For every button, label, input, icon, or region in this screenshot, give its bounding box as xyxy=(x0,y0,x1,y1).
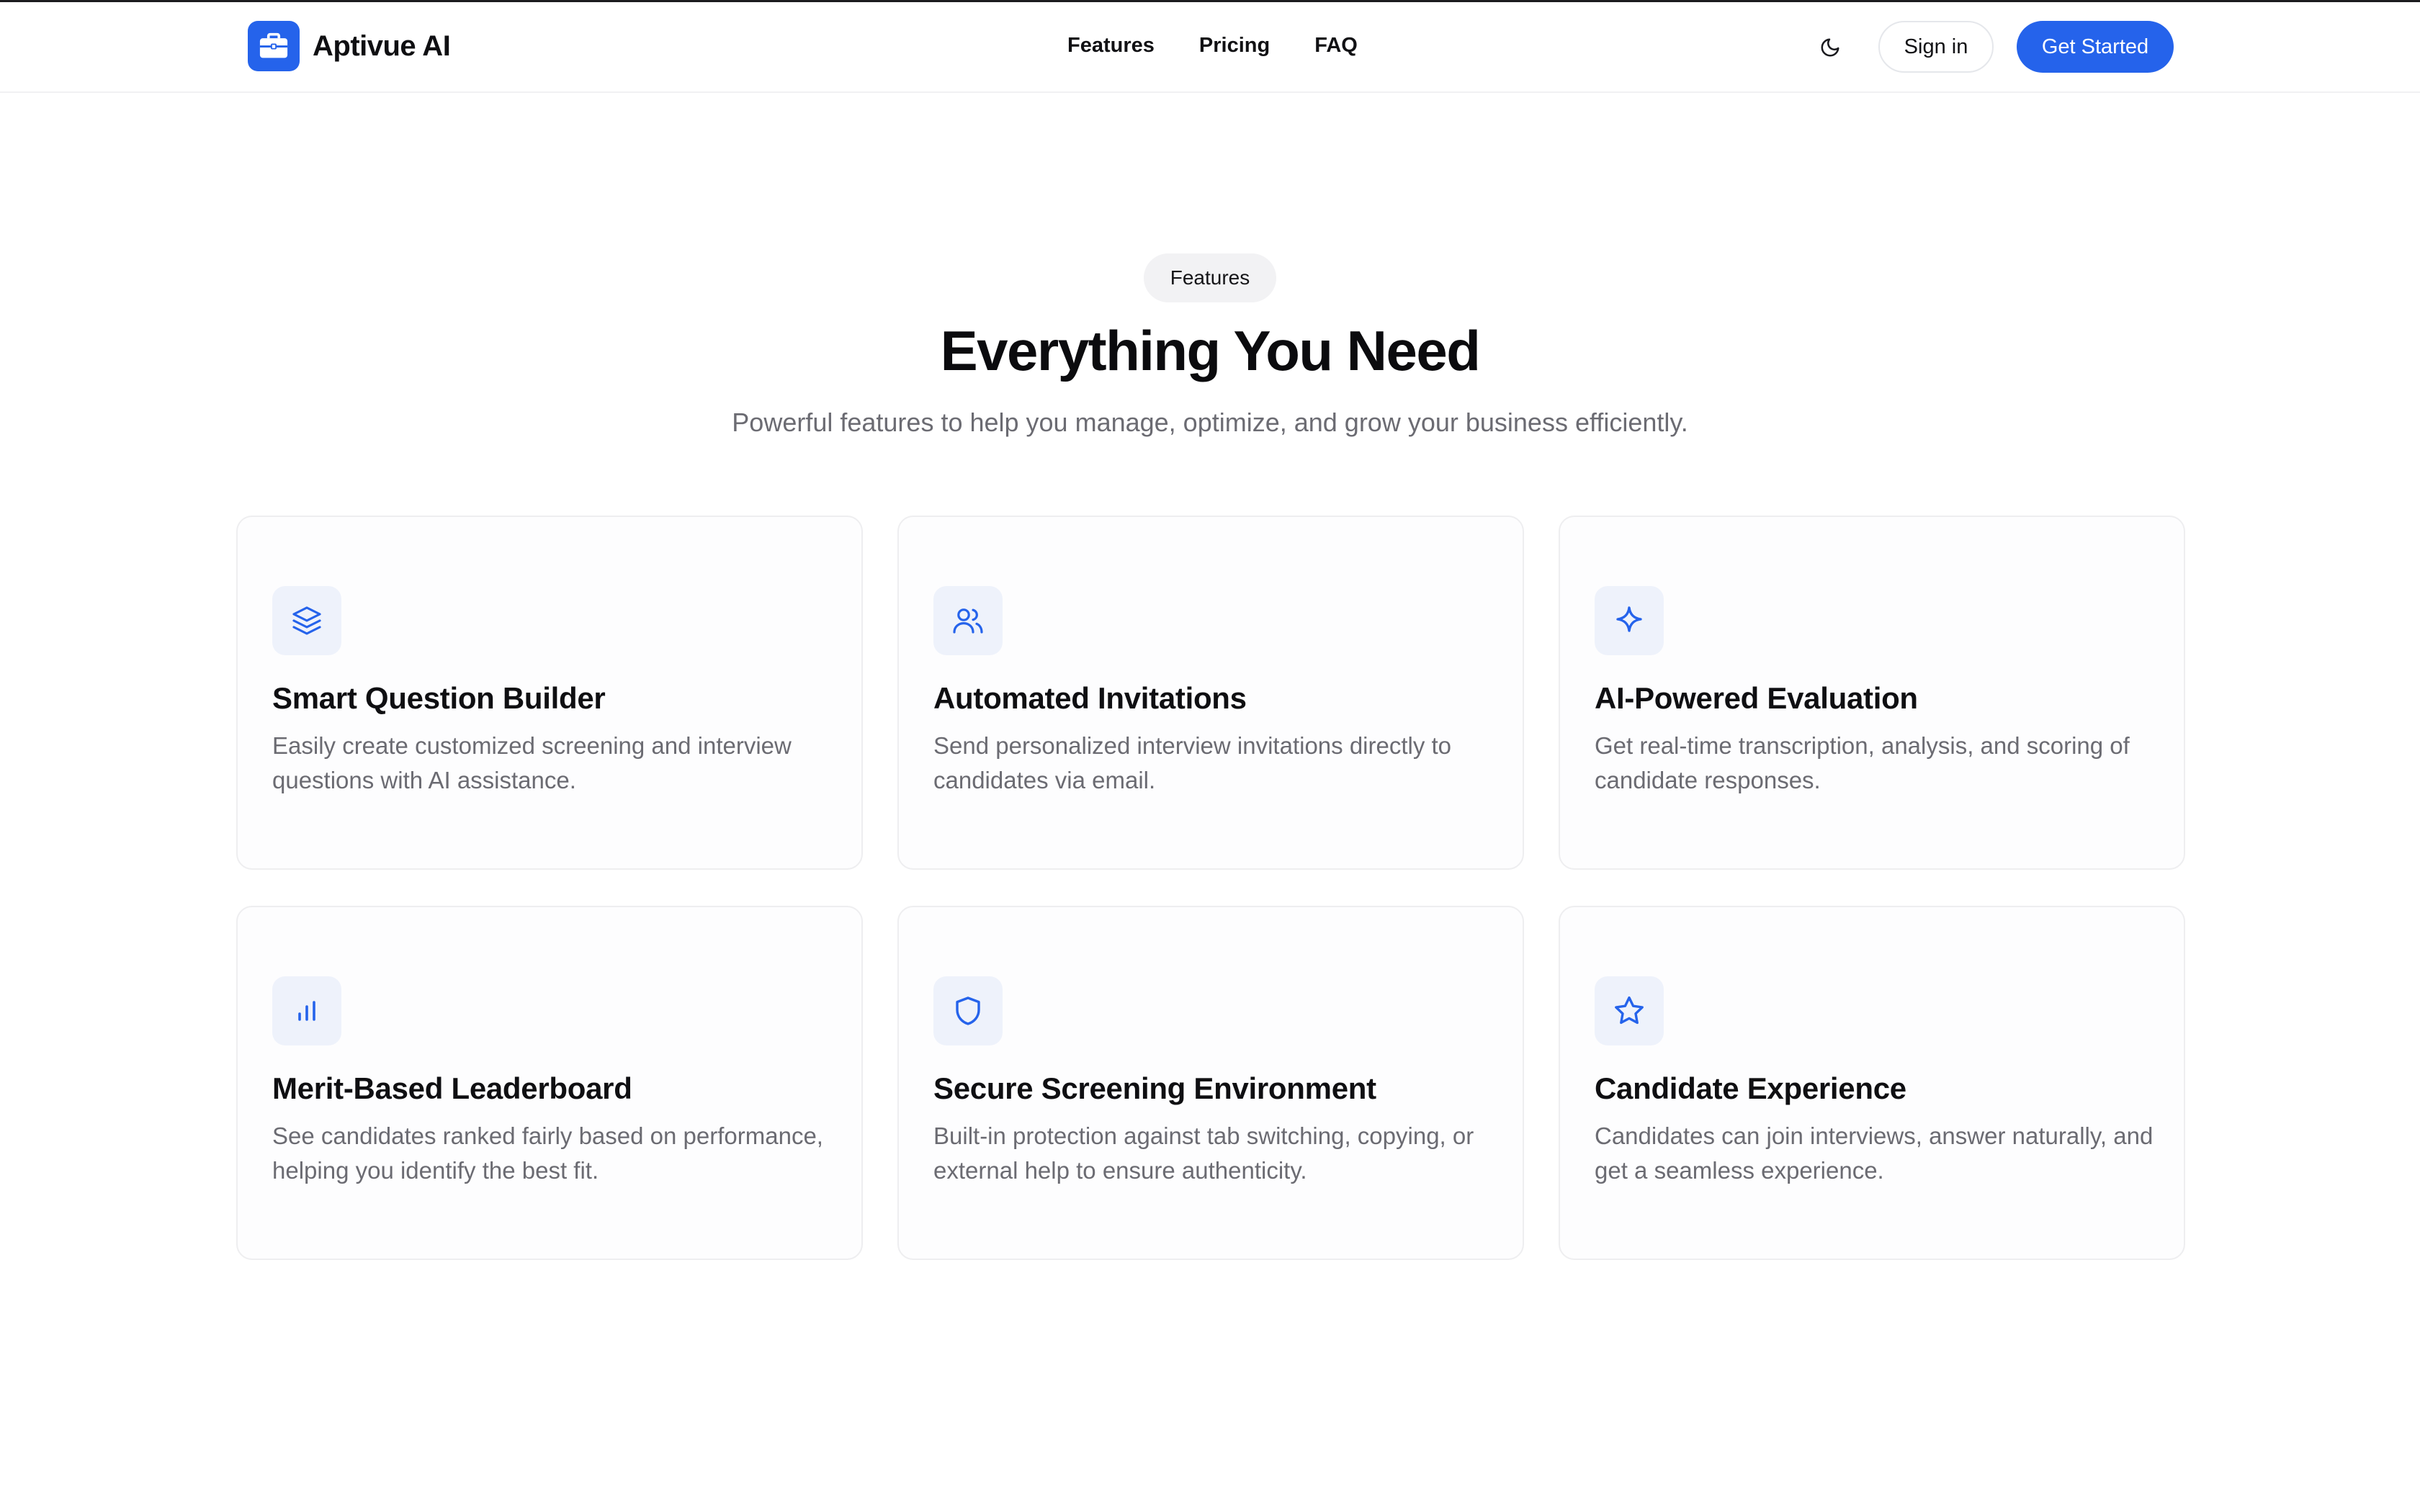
nav-pricing[interactable]: Pricing xyxy=(1199,34,1270,58)
nav-faq[interactable]: FAQ xyxy=(1314,34,1358,58)
feature-card: Merit-Based Leaderboard See candidates r… xyxy=(236,906,863,1260)
feature-description: Get real-time transcription, analysis, a… xyxy=(1595,732,2130,793)
users-icon xyxy=(933,586,1003,655)
feature-card: Secure Screening Environment Built-in pr… xyxy=(897,906,1524,1260)
shield-icon xyxy=(933,976,1003,1045)
feature-title: Smart Question Builder xyxy=(272,681,606,715)
main-nav: Features Pricing FAQ xyxy=(1067,34,1358,58)
feature-card: Candidate Experience Candidates can join… xyxy=(1559,906,2185,1260)
sparkle-icon xyxy=(1595,586,1664,655)
section-subtitle: Powerful features to help you manage, op… xyxy=(732,408,1688,437)
feature-card: AI-Powered Evaluation Get real-time tran… xyxy=(1559,516,2185,870)
feature-description: Send personalized interview invitations … xyxy=(933,732,1452,793)
section-title: Everything You Need xyxy=(940,319,1481,382)
feature-card: Smart Question Builder Easily create cus… xyxy=(236,516,863,870)
feature-title: AI-Powered Evaluation xyxy=(1595,681,1918,715)
nav-features[interactable]: Features xyxy=(1067,34,1155,58)
feature-description: Easily create customized screening and i… xyxy=(272,732,792,793)
feature-description: Candidates can join interviews, answer n… xyxy=(1595,1122,2154,1184)
layers-icon xyxy=(272,586,341,655)
site-header: Aptivue AI Features Pricing FAQ Sign in … xyxy=(0,2,2420,93)
moon-icon[interactable] xyxy=(1815,32,1845,63)
star-icon xyxy=(1595,976,1664,1045)
feature-title: Candidate Experience xyxy=(1595,1071,1906,1105)
get-started-button[interactable]: Get Started xyxy=(2017,21,2174,73)
section-badge: Features xyxy=(1144,253,1276,302)
feature-card: Automated Invitations Send personalized … xyxy=(897,516,1524,870)
brand-name: Aptivue AI xyxy=(313,30,451,62)
feature-title: Secure Screening Environment xyxy=(933,1071,1376,1105)
features-grid: Smart Question Builder Easily create cus… xyxy=(236,516,2185,1260)
brand[interactable]: Aptivue AI xyxy=(248,21,451,71)
sign-in-button[interactable]: Sign in xyxy=(1878,21,1994,73)
feature-description: Built-in protection against tab switchin… xyxy=(933,1122,1474,1184)
feature-title: Automated Invitations xyxy=(933,681,1247,715)
bar-chart-icon xyxy=(272,976,341,1045)
briefcase-icon xyxy=(248,21,300,71)
feature-description: See candidates ranked fairly based on pe… xyxy=(272,1122,823,1184)
feature-title: Merit-Based Leaderboard xyxy=(272,1071,632,1105)
